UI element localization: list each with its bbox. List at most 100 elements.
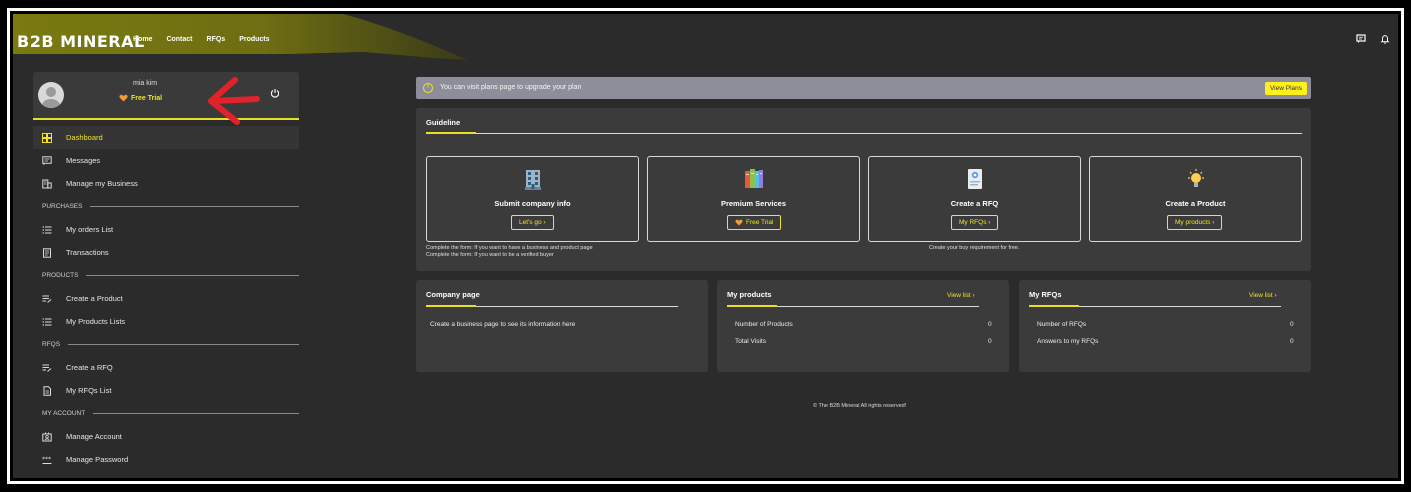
stat-label: Number of Products (735, 321, 793, 328)
guideline-card-title: Submit company info (494, 199, 571, 208)
sidebar-item-manage-password[interactable]: *** Manage Password (33, 448, 299, 471)
avatar[interactable] (38, 82, 64, 108)
sidebar: mia kim Free Trial Dashboard Messages Ma… (33, 72, 299, 478)
section-label: MY ACCOUNT (42, 410, 86, 417)
my-products-card: My products View list › Number of Produc… (717, 280, 1009, 372)
sidebar-item-label: My RFQs List (66, 386, 112, 395)
sidebar-item-label: Manage my Business (66, 179, 138, 188)
section-label: PURCHASES (42, 203, 83, 210)
alert-text: You can visit plans page to upgrade your… (440, 84, 582, 91)
heart-icon (735, 219, 743, 226)
view-plans-button[interactable]: View Plans (1264, 82, 1307, 95)
account-icon (42, 432, 52, 441)
free-trial-button[interactable]: Free Trial (727, 215, 782, 230)
password-icon: *** (42, 456, 52, 464)
nav-home[interactable]: Home (133, 36, 152, 43)
my-products-button[interactable]: My products › (1167, 215, 1223, 230)
my-products-title: My products (727, 290, 772, 299)
guideline-card-product: Create a Product My products › (1089, 156, 1302, 242)
lets-go-button[interactable]: Let's go › (511, 215, 554, 230)
guideline-note-rfq: Create your buy requirement for free. (929, 245, 1020, 251)
stat-label: Answers to my RFQs (1037, 338, 1099, 345)
free-trial-label: Free Trial (746, 219, 774, 226)
guideline-card-rfq: Create a RFQ My RFQs › (868, 156, 1081, 242)
sidebar-item-label: Manage Account (66, 432, 122, 441)
info-icon: ! (423, 83, 433, 93)
sidebar-item-label: Create a Product (66, 294, 123, 303)
sidebar-item-manage-business[interactable]: Manage my Business (33, 172, 299, 195)
power-icon[interactable] (270, 88, 280, 98)
file-icon (43, 385, 51, 396)
sidebar-item-create-product[interactable]: Create a Product (33, 287, 299, 310)
screenshot-frame: B2B MINERAL Home Contact RFQs Products m… (0, 0, 1411, 492)
sidebar-item-messages[interactable]: Messages (33, 149, 299, 172)
list-icon (42, 225, 52, 234)
playlist-add-icon (42, 295, 52, 303)
svg-text:***: *** (42, 456, 51, 463)
sidebar-item-label: Transactions (66, 248, 109, 257)
notification-bell-icon[interactable] (1380, 34, 1390, 44)
plan-badge[interactable]: Free Trial (119, 94, 162, 102)
app-window: B2B MINERAL Home Contact RFQs Products m… (13, 14, 1398, 478)
sidebar-item-dashboard[interactable]: Dashboard (33, 126, 299, 149)
section-purchases: PURCHASES (33, 195, 299, 218)
stat-value: 0 (1290, 321, 1294, 328)
guideline-card-title: Create a Product (1165, 199, 1226, 208)
brand-logo[interactable]: B2B MINERAL (17, 32, 145, 51)
sidebar-item-label: My orders List (66, 225, 114, 234)
chat-icon (42, 155, 52, 165)
sidebar-item-orders[interactable]: My orders List (33, 218, 299, 241)
main-nav: Home Contact RFQs Products (133, 36, 270, 43)
sidebar-item-create-rfq[interactable]: Create a RFQ (33, 356, 299, 379)
guideline-divider (426, 132, 1302, 134)
guideline-card: Guideline Submit company info Let's go ›… (416, 108, 1311, 271)
guideline-note-left: Complete the form: If you want to have a… (426, 245, 593, 259)
sidebar-item-label: Dashboard (66, 133, 103, 142)
section-label: PRODUCTS (42, 272, 79, 279)
rfqs-divider (1029, 305, 1281, 307)
rfqs-view-list-link[interactable]: View list › (1249, 292, 1277, 299)
nav-rfqs[interactable]: RFQs (207, 36, 226, 43)
stat-value: 0 (1290, 338, 1294, 345)
nav-products[interactable]: Products (239, 36, 269, 43)
sidebar-item-transactions[interactable]: Transactions (33, 241, 299, 264)
playlist-add-icon (42, 364, 52, 372)
books-icon (745, 169, 763, 188)
list-icon (42, 317, 52, 326)
section-label: RFQS (42, 341, 61, 348)
plan-label: Free Trial (131, 94, 163, 102)
section-my-account: MY ACCOUNT (33, 402, 299, 425)
sidebar-item-label: Messages (66, 156, 101, 165)
guideline-note: Complete the form: If you want to have a… (426, 245, 593, 251)
stat-label: Total Visits (735, 338, 766, 345)
sidebar-item-label: Manage Password (66, 455, 129, 464)
building-icon (525, 170, 541, 190)
upgrade-alert: ! You can visit plans page to upgrade yo… (416, 77, 1311, 99)
guideline-card-company: Submit company info Let's go › (426, 156, 639, 242)
top-bar: B2B MINERAL Home Contact RFQs Products (13, 14, 1398, 64)
footer-copyright: © The B2B Mineral All rights reserved! (813, 403, 907, 409)
products-divider (727, 305, 979, 307)
heart-icon (119, 94, 128, 102)
products-view-list-link[interactable]: View list › (947, 292, 975, 299)
sidebar-item-manage-account[interactable]: Manage Account (33, 425, 299, 448)
guideline-card-premium: Premium Services Free Trial (647, 156, 860, 242)
my-rfqs-button[interactable]: My RFQs › (951, 215, 999, 230)
sidebar-item-product-lists[interactable]: My Products Lists (33, 310, 299, 333)
nav-contact[interactable]: Contact (166, 36, 192, 43)
messages-icon[interactable] (1356, 34, 1366, 44)
sidebar-item-label: Create a RFQ (66, 363, 113, 372)
sidebar-item-rfqs-list[interactable]: My RFQs List (33, 379, 299, 402)
company-divider (426, 305, 678, 307)
guideline-card-title: Create a RFQ (950, 199, 999, 208)
stat-value: 0 (988, 321, 992, 328)
top-icons (1356, 34, 1390, 44)
sidebar-item-label: My Products Lists (66, 317, 126, 326)
company-page-text: Create a business page to see its inform… (430, 321, 576, 328)
sidebar-menu: Dashboard Messages Manage my Business PU… (33, 126, 299, 471)
lightbulb-icon (1188, 169, 1204, 187)
company-page-title: Company page (426, 290, 480, 299)
business-icon (42, 179, 52, 188)
stat-value: 0 (988, 338, 992, 345)
red-arrow-annotation (208, 77, 260, 125)
